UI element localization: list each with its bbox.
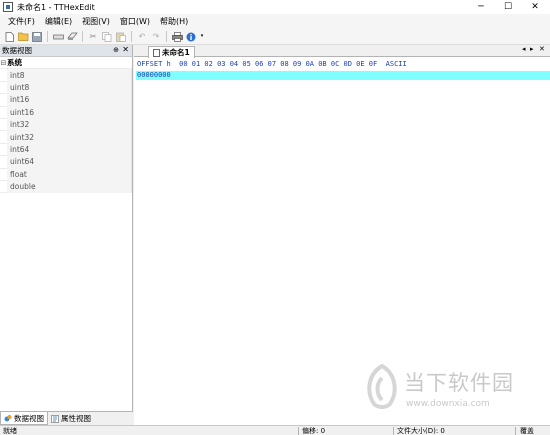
tab-data-view-label: 数据视图 bbox=[14, 413, 44, 423]
tab-data-view[interactable]: 数据视图 bbox=[0, 412, 48, 425]
hex-offset: 00000000 bbox=[137, 71, 171, 79]
tab-property-view[interactable]: 属性视图 bbox=[48, 412, 94, 425]
tree-item[interactable]: int64 bbox=[0, 143, 132, 157]
collapse-icon[interactable]: ⊟ bbox=[0, 59, 7, 67]
tree-root[interactable]: ⊟ 系统 bbox=[0, 57, 132, 70]
tree-item-label: float bbox=[10, 169, 27, 179]
data-view-icon bbox=[4, 414, 12, 422]
print-icon[interactable] bbox=[171, 31, 183, 42]
watermark-url: www.downxia.com bbox=[406, 399, 490, 409]
tree-item[interactable]: int16 bbox=[0, 93, 132, 107]
tab-property-view-label: 属性视图 bbox=[61, 414, 91, 423]
toolbar-separator bbox=[166, 31, 167, 42]
copy-icon[interactable] bbox=[102, 31, 113, 42]
tree-item-label: int64 bbox=[10, 144, 30, 154]
panel-title: 数据视图 bbox=[2, 46, 32, 55]
undo-icon[interactable]: ↶ bbox=[137, 31, 148, 42]
status-mode: 覆盖 bbox=[520, 427, 534, 435]
toolbar-separator bbox=[82, 31, 83, 42]
tree-item[interactable]: uint32 bbox=[0, 130, 132, 144]
tree-item-label: uint8 bbox=[10, 82, 30, 92]
open-folder-icon[interactable] bbox=[17, 31, 29, 42]
status-file-size: 文件大小(D): 0 bbox=[397, 427, 445, 435]
tree-item-label: double bbox=[10, 182, 36, 192]
menu-file[interactable]: 文件(F) bbox=[3, 16, 40, 27]
tree-item-label: int16 bbox=[10, 95, 30, 105]
tree-item-label: uint64 bbox=[10, 157, 35, 167]
eraser-icon[interactable] bbox=[66, 31, 78, 42]
minimize-button[interactable]: ─ bbox=[468, 0, 494, 14]
data-view-panel: 数据视图 ⊕ ✕ ⊟ 系统 int8 uint8 int16 uint16 in… bbox=[0, 45, 133, 425]
tab-scroll-right-icon[interactable]: ▸ bbox=[530, 45, 534, 53]
tab-scroll-left-icon[interactable]: ◂ bbox=[522, 45, 526, 53]
close-button[interactable]: ✕ bbox=[522, 0, 548, 14]
tree-item[interactable]: double bbox=[0, 180, 132, 194]
toolbar-separator bbox=[47, 31, 48, 42]
status-divider bbox=[515, 427, 516, 435]
menu-bar: 文件(F) 编辑(E) 视图(V) 窗口(W) 帮助(H) bbox=[0, 14, 550, 29]
status-divider bbox=[298, 427, 299, 435]
paste-icon[interactable] bbox=[116, 31, 127, 42]
title-bar: 未命名1 - TTHexEdit ─ ☐ ✕ bbox=[0, 0, 550, 14]
tool-a-icon[interactable] bbox=[52, 31, 64, 42]
watermark-logo-icon bbox=[367, 364, 397, 409]
menu-window[interactable]: 窗口(W) bbox=[115, 16, 155, 27]
app-icon bbox=[3, 2, 13, 12]
pin-icon[interactable]: ⊕ bbox=[113, 46, 119, 54]
menu-help[interactable]: 帮助(H) bbox=[155, 16, 193, 27]
document-tab[interactable]: 未命名1 bbox=[148, 46, 195, 58]
cut-icon[interactable]: ✂ bbox=[88, 31, 99, 42]
toolbar: ✂ ↶ ↷ ▾ bbox=[0, 29, 550, 45]
tree-item[interactable]: int32 bbox=[0, 118, 132, 132]
menu-edit[interactable]: 编辑(E) bbox=[40, 16, 77, 27]
tree-item-label: int32 bbox=[10, 120, 30, 130]
watermark: 当下软件园 www.downxia.com bbox=[362, 364, 550, 419]
maximize-button[interactable]: ☐ bbox=[495, 0, 521, 14]
tree-item[interactable]: uint64 bbox=[0, 155, 132, 169]
window-title: 未命名1 - TTHexEdit bbox=[17, 2, 95, 12]
tree-item[interactable]: uint16 bbox=[0, 106, 132, 119]
close-document-icon[interactable]: ✕ bbox=[539, 45, 545, 53]
tree-item-label: int8 bbox=[10, 70, 25, 80]
menu-view[interactable]: 视图(V) bbox=[77, 16, 115, 27]
hex-row-selected[interactable]: 00000000 bbox=[136, 71, 550, 80]
panel-header: 数据视图 ⊕ ✕ bbox=[0, 45, 132, 57]
tree-root-label: 系统 bbox=[7, 58, 22, 68]
tree-item[interactable]: float bbox=[0, 168, 132, 181]
status-bar: 就绪 偏移: 0 文件大小(D): 0 覆盖 bbox=[0, 425, 550, 435]
save-icon[interactable] bbox=[32, 31, 43, 42]
tree-item-label: uint16 bbox=[10, 107, 35, 117]
chevron-down-icon[interactable]: ▾ bbox=[200, 31, 205, 42]
toolbar-separator bbox=[131, 31, 132, 42]
status-divider bbox=[393, 427, 394, 435]
redo-icon[interactable]: ↷ bbox=[151, 31, 162, 42]
document-tab-label: 未命名1 bbox=[162, 48, 190, 57]
new-file-icon[interactable] bbox=[4, 31, 15, 42]
close-icon[interactable]: ✕ bbox=[122, 45, 129, 54]
tree-item-label: uint32 bbox=[10, 132, 35, 142]
watermark-title: 当下软件园 bbox=[404, 371, 514, 395]
document-icon bbox=[153, 48, 160, 57]
status-ready: 就绪 bbox=[3, 427, 17, 435]
hex-column-header: OFFSET h 00 01 02 03 04 05 06 07 08 09 0… bbox=[137, 60, 407, 68]
status-offset: 偏移: 0 bbox=[302, 427, 326, 435]
info-icon[interactable] bbox=[186, 31, 197, 42]
panel-bottom-tabs: 数据视图 属性视图 bbox=[0, 411, 133, 425]
tree-item[interactable]: uint8 bbox=[0, 81, 132, 95]
property-view-icon bbox=[51, 414, 59, 423]
tree-item[interactable]: int8 bbox=[0, 68, 132, 82]
document-tabstrip: 未命名1 ◂ ▸ ✕ bbox=[134, 45, 550, 58]
